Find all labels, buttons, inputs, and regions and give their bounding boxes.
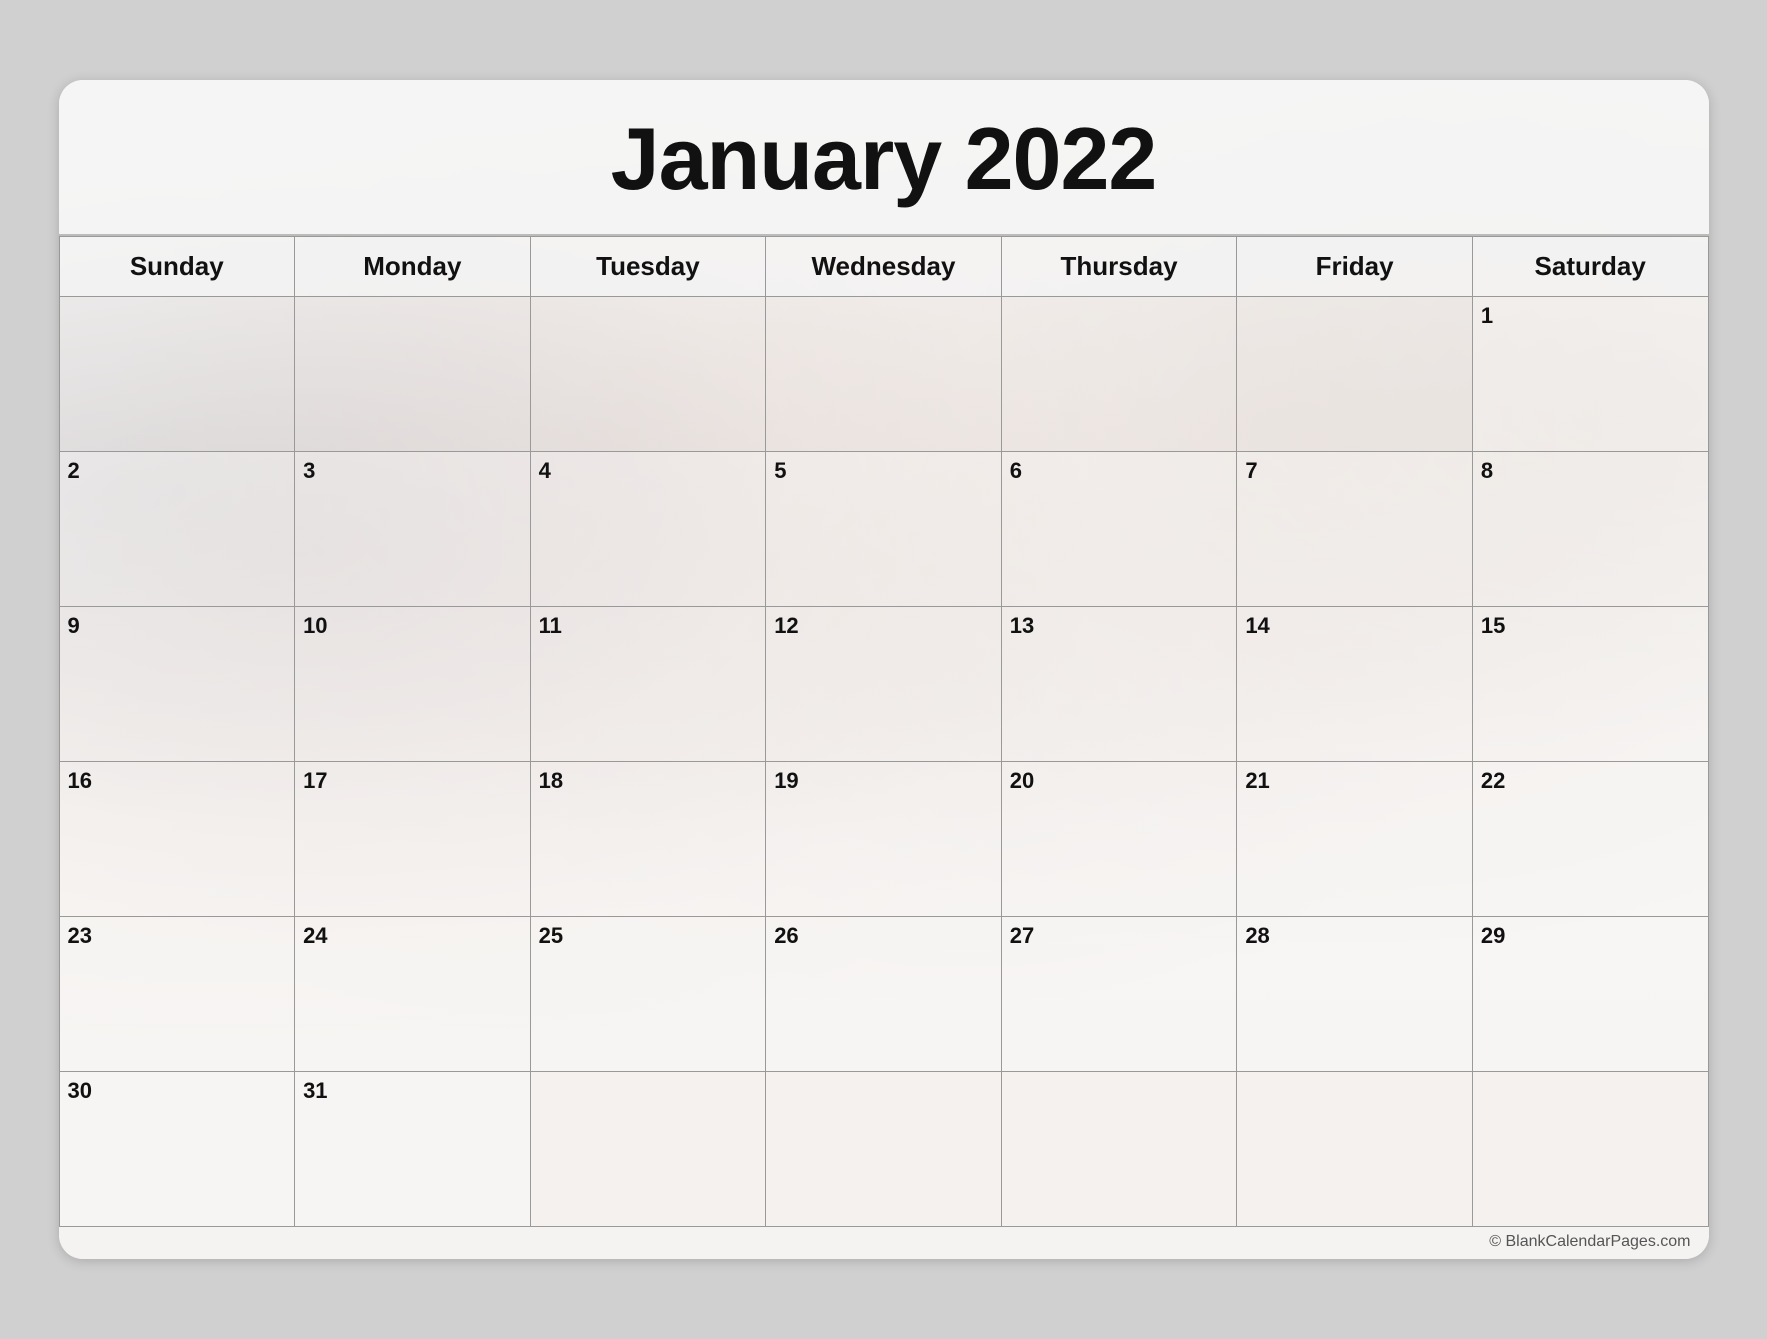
- day-cell: [766, 1072, 1002, 1227]
- day-number: 5: [774, 458, 993, 484]
- day-cell: [59, 297, 295, 452]
- week-row-1: 1: [59, 297, 1708, 452]
- day-cell: 30: [59, 1072, 295, 1227]
- day-cell: 11: [530, 607, 766, 762]
- col-sunday: Sunday: [59, 237, 295, 297]
- day-cell: 13: [1001, 607, 1237, 762]
- calendar-title: January 2022: [59, 108, 1709, 210]
- day-cell: 3: [295, 452, 531, 607]
- day-number: 9: [68, 613, 287, 639]
- day-number: 31: [303, 1078, 522, 1104]
- day-number: 14: [1245, 613, 1464, 639]
- day-cell: 1: [1472, 297, 1708, 452]
- calendar-container: January 2022 Sunday Monday Tuesday Wedne…: [59, 80, 1709, 1259]
- day-number: 15: [1481, 613, 1700, 639]
- day-cell: 8: [1472, 452, 1708, 607]
- week-row-3: 9 10 11 12 13 14 15: [59, 607, 1708, 762]
- days-of-week-row: Sunday Monday Tuesday Wednesday Thursday…: [59, 237, 1708, 297]
- day-cell: 21: [1237, 762, 1473, 917]
- day-number: 30: [68, 1078, 287, 1104]
- week-row-4: 16 17 18 19 20 21 22: [59, 762, 1708, 917]
- day-number: 2: [68, 458, 287, 484]
- day-cell: [1472, 1072, 1708, 1227]
- calendar-body: 1234567891011121314151617181920212223242…: [59, 297, 1708, 1227]
- day-number: 1: [1481, 303, 1700, 329]
- day-number: 8: [1481, 458, 1700, 484]
- day-cell: 10: [295, 607, 531, 762]
- day-number: 4: [539, 458, 758, 484]
- col-wednesday: Wednesday: [766, 237, 1002, 297]
- calendar-grid: Sunday Monday Tuesday Wednesday Thursday…: [59, 236, 1709, 1227]
- day-cell: 27: [1001, 917, 1237, 1072]
- col-monday: Monday: [295, 237, 531, 297]
- day-cell: [530, 297, 766, 452]
- day-number: 19: [774, 768, 993, 794]
- day-cell: 17: [295, 762, 531, 917]
- day-cell: [1237, 297, 1473, 452]
- footer-credit: © BlankCalendarPages.com: [59, 1227, 1709, 1259]
- col-thursday: Thursday: [1001, 237, 1237, 297]
- week-row-2: 2345678: [59, 452, 1708, 607]
- day-cell: 28: [1237, 917, 1473, 1072]
- day-number: 10: [303, 613, 522, 639]
- col-saturday: Saturday: [1472, 237, 1708, 297]
- day-number: 25: [539, 923, 758, 949]
- day-cell: [1001, 1072, 1237, 1227]
- day-number: 17: [303, 768, 522, 794]
- day-number: 23: [68, 923, 287, 949]
- day-cell: [530, 1072, 766, 1227]
- day-number: 29: [1481, 923, 1700, 949]
- day-cell: 16: [59, 762, 295, 917]
- day-number: 20: [1010, 768, 1229, 794]
- day-cell: 2: [59, 452, 295, 607]
- col-friday: Friday: [1237, 237, 1473, 297]
- day-number: 3: [303, 458, 522, 484]
- day-cell: 12: [766, 607, 1002, 762]
- day-cell: 5: [766, 452, 1002, 607]
- day-cell: 25: [530, 917, 766, 1072]
- day-number: 22: [1481, 768, 1700, 794]
- day-cell: 14: [1237, 607, 1473, 762]
- day-cell: 31: [295, 1072, 531, 1227]
- day-cell: [1001, 297, 1237, 452]
- day-number: 28: [1245, 923, 1464, 949]
- day-number: 26: [774, 923, 993, 949]
- day-cell: 24: [295, 917, 531, 1072]
- day-cell: 6: [1001, 452, 1237, 607]
- day-cell: 29: [1472, 917, 1708, 1072]
- day-number: 11: [539, 613, 758, 639]
- day-number: 18: [539, 768, 758, 794]
- week-row-5: 23 24 25 26 27 28 29: [59, 917, 1708, 1072]
- day-number: 6: [1010, 458, 1229, 484]
- day-cell: [295, 297, 531, 452]
- day-cell: 18: [530, 762, 766, 917]
- day-number: 12: [774, 613, 993, 639]
- day-number: 16: [68, 768, 287, 794]
- day-number: 21: [1245, 768, 1464, 794]
- day-cell: 23: [59, 917, 295, 1072]
- day-number: 24: [303, 923, 522, 949]
- day-number: 13: [1010, 613, 1229, 639]
- day-cell: 22: [1472, 762, 1708, 917]
- day-number: 7: [1245, 458, 1464, 484]
- day-cell: [766, 297, 1002, 452]
- day-cell: 9: [59, 607, 295, 762]
- day-cell: 15: [1472, 607, 1708, 762]
- day-cell: [1237, 1072, 1473, 1227]
- day-cell: 20: [1001, 762, 1237, 917]
- col-tuesday: Tuesday: [530, 237, 766, 297]
- day-cell: 7: [1237, 452, 1473, 607]
- day-number: 27: [1010, 923, 1229, 949]
- day-cell: 4: [530, 452, 766, 607]
- calendar-header: January 2022: [59, 80, 1709, 236]
- day-cell: 19: [766, 762, 1002, 917]
- day-cell: 26: [766, 917, 1002, 1072]
- week-row-6: 30 31: [59, 1072, 1708, 1227]
